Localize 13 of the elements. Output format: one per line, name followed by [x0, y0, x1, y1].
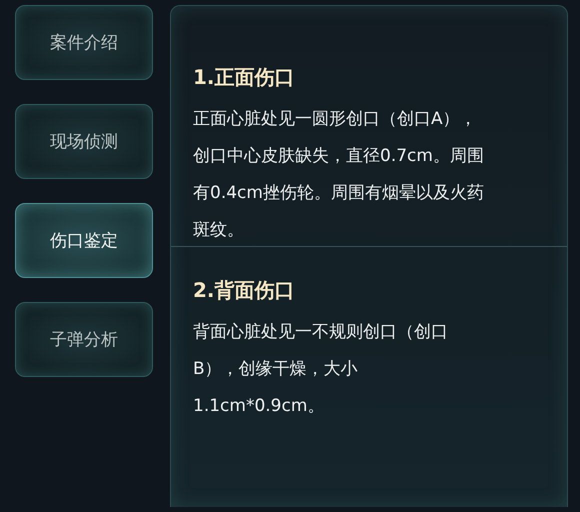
- sidebar-tab[interactable]: 现场侦测: [15, 104, 153, 179]
- description-line: 背面心脏处见一不规则创口（创口: [193, 321, 449, 344]
- description-line: 斑纹。: [193, 219, 245, 242]
- description-line: 创口中心皮肤缺失，直径0.7cm。周围: [193, 145, 485, 168]
- sidebar-tab[interactable]: 子弹分析: [15, 302, 153, 377]
- sidebar-tab[interactable]: 伤口鉴定: [15, 203, 153, 278]
- description-line: 有0.4cm挫伤轮。周围有烟晕以及火药: [193, 182, 485, 205]
- section-heading: 2.背面伤口: [193, 277, 296, 304]
- section-heading: 1.正面伤口: [193, 64, 296, 91]
- description-line: 1.1cm*0.9cm。: [193, 395, 326, 418]
- sidebar-tab[interactable]: 案件介绍: [15, 5, 153, 80]
- description-line: B），创缘干燥，大小: [193, 358, 359, 381]
- description-line: 正面心脏处见一圆形创口（创口A），: [193, 108, 478, 131]
